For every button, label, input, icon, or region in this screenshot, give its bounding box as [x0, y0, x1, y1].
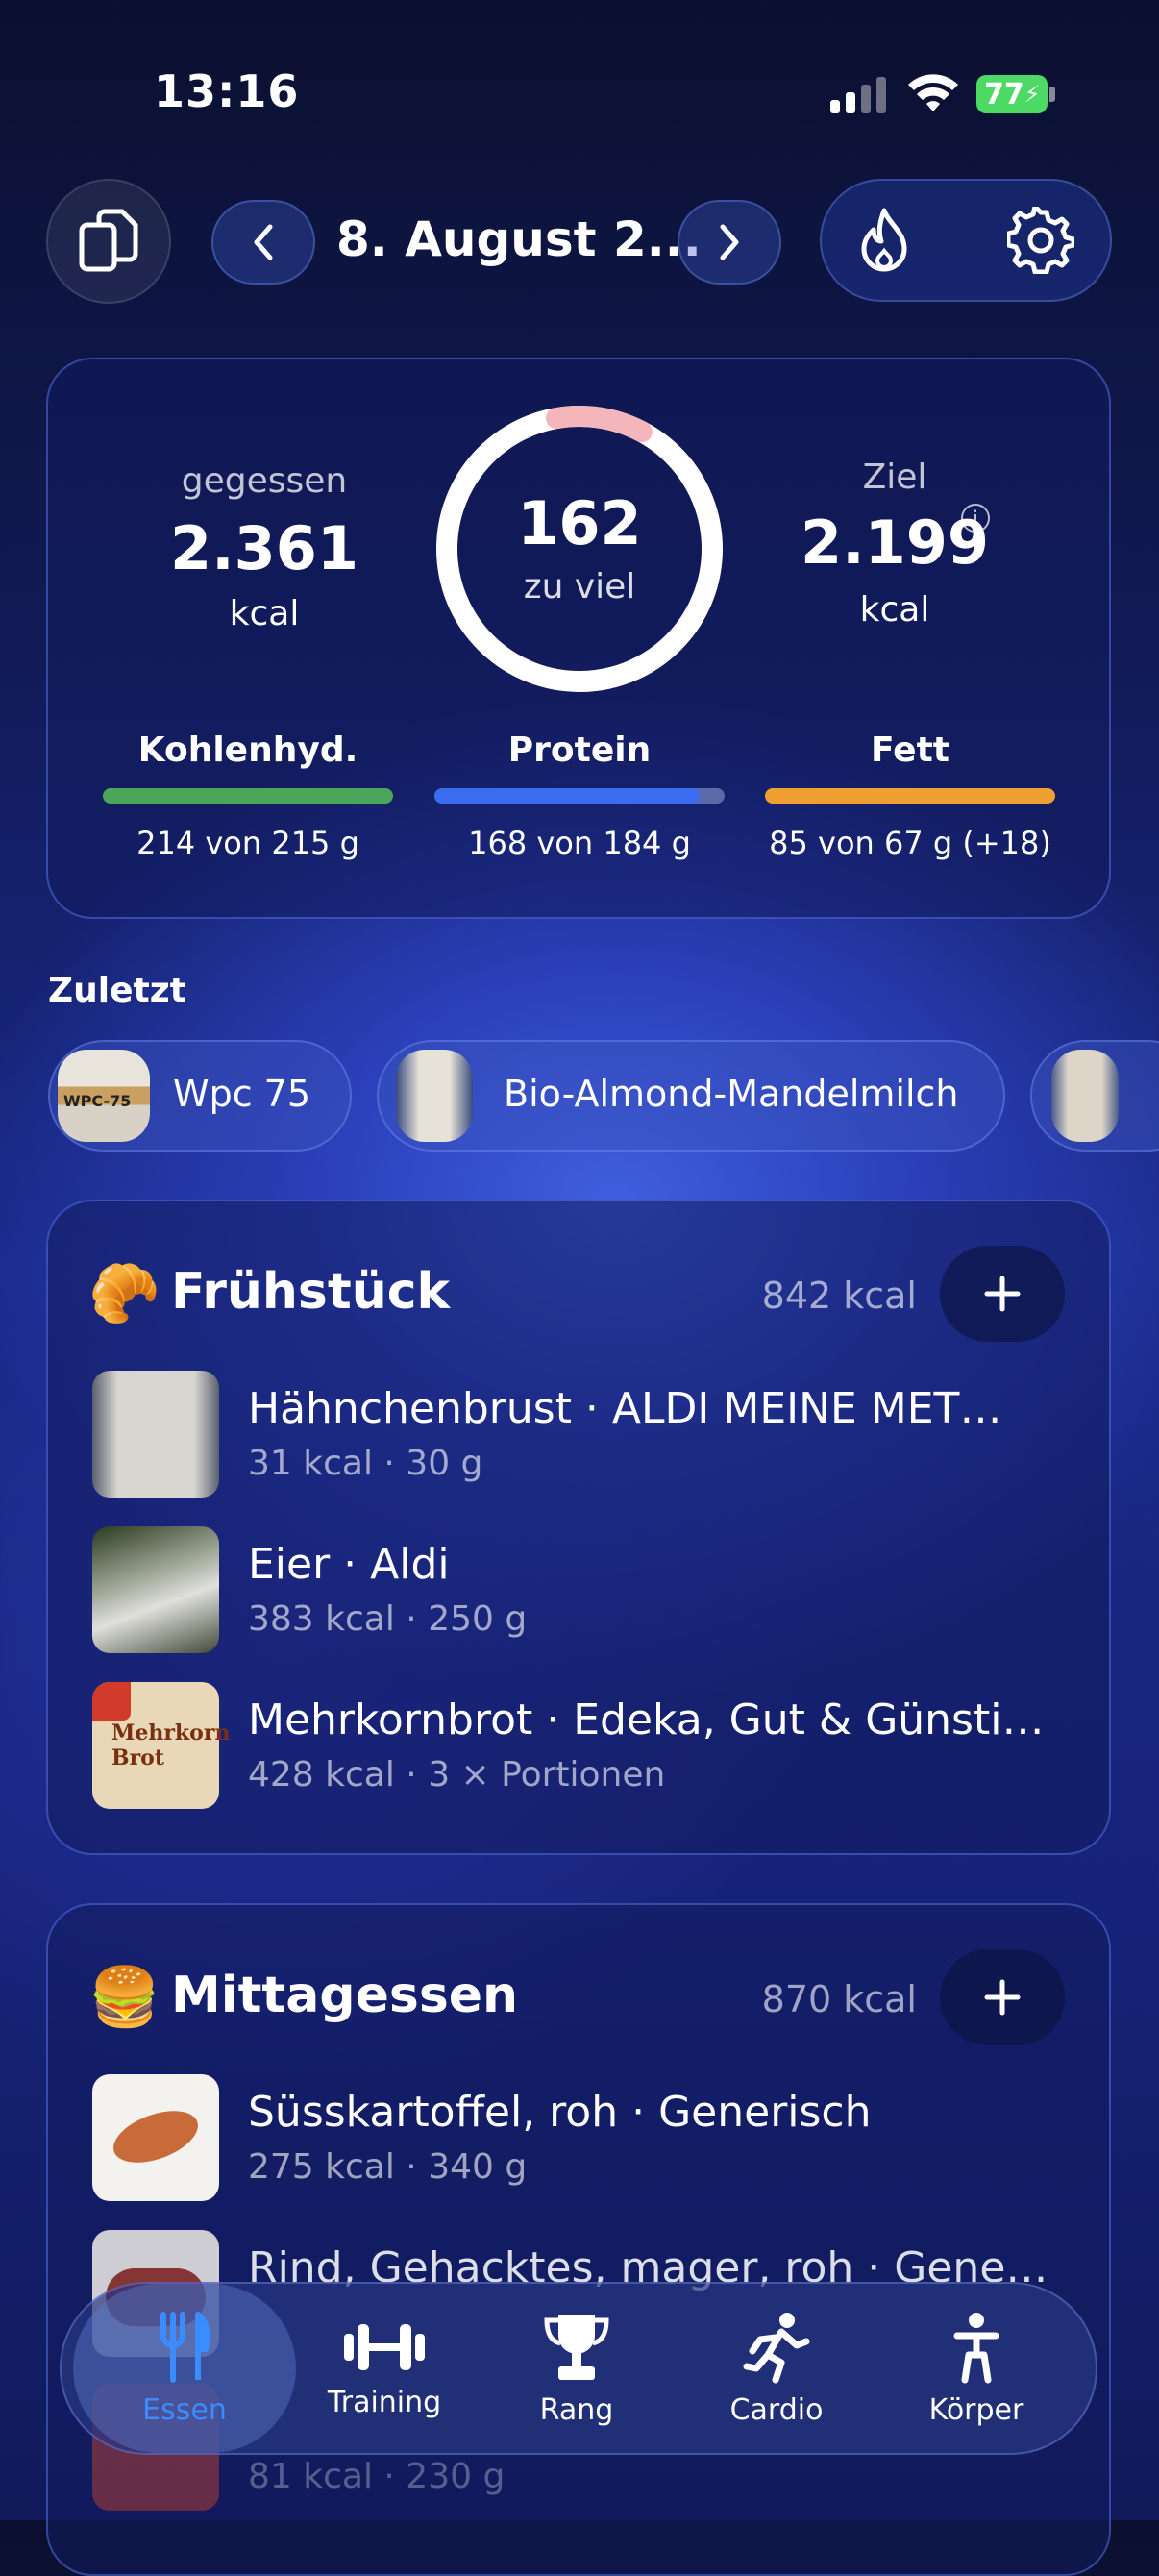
- ring-label: zu viel: [523, 567, 636, 607]
- recent-chip-label: Wpc 75: [173, 1073, 311, 1115]
- add-food-button[interactable]: [940, 1246, 1065, 1342]
- macro-fat-bar: [765, 788, 1055, 804]
- food-entry[interactable]: Mehrkorn Brot Mehrkornbrot · Edeka, Gut &…: [88, 1682, 1069, 1817]
- product-thumbnail: WPC-75: [58, 1050, 150, 1142]
- recent-label: Zuletzt: [48, 971, 186, 1010]
- tab-label: Training: [327, 2385, 442, 2419]
- food-thumbnail: Mehrkorn Brot: [92, 1682, 230, 1809]
- macro-protein-fill: [434, 788, 700, 804]
- food-name: Hähnchenbrust · ALDI MEINE MET…: [248, 1384, 1002, 1433]
- person-icon: [953, 2312, 999, 2383]
- previous-day-button[interactable]: [211, 200, 315, 285]
- plus-icon: [984, 1979, 1021, 2016]
- meal-title: Mittagessen: [171, 1967, 519, 2024]
- meal-kcal: 870 kcal: [761, 1978, 917, 2020]
- status-time: 13:16: [154, 65, 300, 117]
- copy-day-button[interactable]: [46, 179, 171, 304]
- food-name: Eier · Aldi: [248, 1540, 450, 1589]
- macro-carbs-text: 214 von 215 g: [136, 825, 359, 861]
- macro-fat-title: Fett: [871, 731, 949, 770]
- add-food-button[interactable]: [940, 1949, 1065, 2045]
- macro-fat-text: 85 von 67 g (+18): [769, 825, 1051, 861]
- food-thumbnail: [92, 2074, 219, 2201]
- plus-icon: [984, 1276, 1021, 1312]
- food-details: 428 kcal · 3 × Portionen: [248, 1755, 666, 1795]
- product-thumbnail: [1051, 1050, 1119, 1142]
- chevron-right-icon: [720, 224, 739, 260]
- macro-carbs-bar: [103, 788, 393, 804]
- next-day-button[interactable]: [678, 200, 781, 285]
- food-name: Süsskartoffel, roh · Generisch: [248, 2088, 872, 2137]
- product-badge: [92, 1682, 131, 1721]
- recent-chip[interactable]: WPC-75 Wpc 75: [48, 1040, 352, 1152]
- food-details: 31 kcal · 30 g: [248, 1444, 483, 1483]
- eaten-label: gegessen: [181, 461, 348, 501]
- product-thumbnail-text: WPC-75: [63, 1092, 132, 1110]
- food-entry[interactable]: Süsskartoffel, roh · Generisch 275 kcal …: [88, 2074, 1069, 2209]
- food-entry[interactable]: Hähnchenbrust · ALDI MEINE MET… 31 kcal …: [88, 1371, 1069, 1505]
- food-thumbnail: [92, 1371, 219, 1498]
- copy-icon: [79, 209, 138, 272]
- macro-carbs-title: Kohlenhyd.: [137, 731, 358, 770]
- recent-chip[interactable]: [1030, 1040, 1159, 1152]
- wifi-icon: [908, 74, 958, 111]
- macro-protein-text: 168 von 184 g: [468, 825, 691, 861]
- tab-rang[interactable]: Rang: [481, 2284, 673, 2453]
- burger-icon: 🍔: [88, 1964, 160, 2031]
- tab-label: Körper: [928, 2392, 1024, 2427]
- food-details: 275 kcal · 340 g: [248, 2147, 528, 2187]
- bottom-tab-bar: Essen Training Rang Cardio Körper: [60, 2282, 1097, 2455]
- fork-knife-icon: [160, 2311, 210, 2383]
- tab-essen[interactable]: Essen: [73, 2284, 296, 2453]
- food-details: 383 kcal · 250 g: [248, 1599, 528, 1639]
- date-label[interactable]: 8. August 2...: [336, 211, 702, 267]
- eaten-value: 2.361: [169, 513, 359, 583]
- meal-title: Frühstück: [171, 1263, 451, 1321]
- tab-training[interactable]: Training: [288, 2284, 481, 2453]
- battery-level: 77: [984, 77, 1024, 111]
- macro-protein-title: Protein: [507, 731, 652, 770]
- goal-unit: kcal: [859, 590, 930, 630]
- tab-cardio[interactable]: Cardio: [680, 2284, 873, 2453]
- product-thumbnail: [396, 1050, 473, 1142]
- tab-label: Essen: [142, 2392, 227, 2427]
- food-details: 81 kcal · 230 g: [248, 2457, 506, 2496]
- flame-icon: [861, 208, 907, 272]
- dumbbell-icon: [344, 2323, 425, 2370]
- goal-label: Ziel: [862, 458, 927, 497]
- eaten-unit: kcal: [229, 594, 300, 633]
- recent-chip-label: Bio-Almond-Mandelmilch: [504, 1073, 959, 1115]
- product-thumbnail-text: Mehrkorn Brot: [111, 1721, 231, 1771]
- macro-protein-track: [434, 788, 725, 804]
- chevron-left-icon: [254, 224, 273, 260]
- food-thumbnail: [92, 1526, 219, 1653]
- tab-label: Rang: [539, 2392, 614, 2427]
- ring-value: 162: [517, 488, 642, 558]
- cellular-signal-icon: [830, 77, 888, 113]
- food-name: Mehrkornbrot · Edeka, Gut & Günsti…: [248, 1696, 1045, 1745]
- recent-chip[interactable]: Bio-Almond-Mandelmilch: [377, 1040, 1005, 1152]
- sweet-potato-image: [106, 2100, 206, 2173]
- ring-over-segment: [546, 406, 653, 443]
- streak-button[interactable]: [846, 198, 923, 283]
- battery-indicator: 77 ⚡: [976, 75, 1048, 113]
- gear-icon: [1007, 207, 1074, 274]
- running-icon: [743, 2312, 810, 2383]
- tab-koerper[interactable]: Körper: [880, 2284, 1073, 2453]
- trophy-icon: [544, 2314, 609, 2380]
- meal-kcal: 842 kcal: [761, 1275, 917, 1317]
- croissant-icon: 🥐: [88, 1260, 160, 1327]
- food-entry[interactable]: Eier · Aldi 383 kcal · 250 g: [88, 1526, 1069, 1661]
- settings-button[interactable]: [999, 198, 1082, 283]
- info-icon[interactable]: i: [961, 504, 990, 533]
- battery-tip: [1049, 87, 1055, 102]
- tab-label: Cardio: [729, 2392, 824, 2427]
